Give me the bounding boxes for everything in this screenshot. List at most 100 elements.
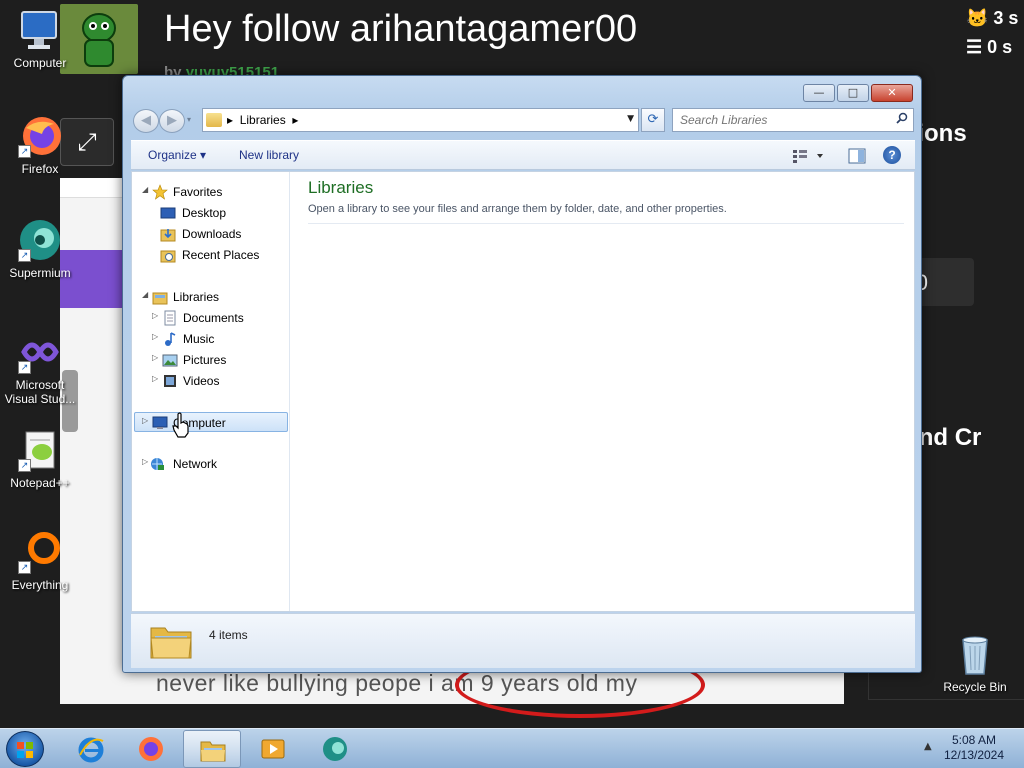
back-button[interactable]: ◀ [133,109,159,133]
collapsed-arrow-icon[interactable]: ▷ [142,416,152,425]
item-count: 4 items [209,628,248,642]
nav-favorites[interactable]: ◢ Favorites [142,182,282,202]
window-controls: — □ ✕ [803,84,913,102]
taskbar-internet-explorer[interactable] [62,730,120,768]
nav-computer[interactable]: ▷ Computer [134,412,288,432]
explorer-window[interactable]: — □ ✕ ◀ ▶ ▾ ▸ Libraries ▸ ▼ ⟳ Organize ▾… [122,75,922,673]
desktop-icon-label: Everything [11,578,69,592]
breadcrumb[interactable]: ▸ Libraries ▸ [227,113,298,127]
desktop-icon-notepadpp[interactable]: ↗ Notepad++ [2,428,78,490]
views-icon [793,150,823,163]
collapsed-arrow-icon[interactable]: ▷ [152,332,162,341]
desktop-icon-recycle-bin[interactable]: Recycle Bin [937,632,1013,694]
supermium-icon [323,737,347,761]
address-bar[interactable]: ▸ Libraries ▸ ▼ [202,108,639,132]
navigation-pane[interactable]: ◢ Favorites Desktop Downloads Recent Pla… [132,172,290,611]
maximize-button[interactable]: □ [837,84,869,102]
shortcut-arrow-icon: ↗ [18,561,31,574]
collapsed-arrow-icon[interactable]: ▷ [152,311,162,320]
nav-downloads[interactable]: Downloads [160,224,280,244]
favorite-count: ☰ 0 s [966,37,1013,57]
show-hidden-icons-button[interactable]: ▲ [924,741,932,752]
nav-desktop[interactable]: Desktop [160,203,280,223]
desktop-icon-label: Firefox [21,162,59,176]
taskbar: ▲ 5:08 AM 12/13/2024 [0,728,1024,768]
videos-icon [164,375,176,387]
shortcut-arrow-icon: ↗ [18,145,31,158]
desktop-icon-everything[interactable]: ↗ Everything [2,530,78,592]
pictures-icon [162,354,178,367]
minimize-button[interactable]: — [803,84,835,102]
desktop-icon-computer[interactable]: Computer [2,8,78,70]
change-view-button[interactable] [791,147,827,165]
hand-cursor-icon [172,412,189,438]
breadcrumb-libraries: Libraries [239,113,286,127]
project-title: Hey follow arihantagamer00 [164,8,638,50]
star-icon [152,184,168,200]
downloads-folder-icon [160,229,176,242]
recent-places-icon [160,250,176,263]
firefox-icon: ↗ [18,114,62,158]
preview-pane-icon [848,148,866,164]
details-pane: 4 items [131,613,915,668]
nav-videos[interactable]: ▷ Videos [152,371,282,391]
preview-pane-button[interactable] [847,147,867,165]
search-icon[interactable] [896,112,908,124]
shortcut-arrow-icon: ↗ [18,249,31,262]
taskbar-supermium[interactable] [306,730,364,768]
desktop-icon-firefox[interactable]: ↗ Firefox [2,114,78,176]
header-divider [308,223,904,224]
network-icon [151,458,164,470]
windows-logo-icon [17,742,33,758]
clock-date: 12/13/2024 [943,748,1005,762]
main-pane[interactable]: Libraries Open a library to see your fil… [294,172,914,611]
desktop-icon-supermium[interactable]: ↗ Supermium [2,218,78,280]
taskbar-windows-explorer[interactable] [183,730,241,768]
explorer-folder-icon [200,741,226,762]
start-button[interactable] [6,731,44,767]
close-button[interactable]: ✕ [871,84,913,102]
desktop-icon-label: Notepad++ [10,476,70,490]
internet-explorer-icon [78,737,104,763]
nav-libraries[interactable]: ◢ Libraries [142,287,282,307]
address-dropdown-icon[interactable]: ▼ [627,114,634,124]
forward-button[interactable]: ▶ [159,109,185,133]
clock-time: 5:08 AM [951,733,997,747]
collapsed-arrow-icon[interactable]: ▷ [152,353,162,362]
libraries-folder-icon [206,113,222,127]
desktop-icon-label: Recycle Bin [943,680,1007,694]
computer-icon [152,416,168,429]
visual-studio-icon: ↗ [18,330,62,374]
desktop-icon-label: Microsoft Visual Stud... [4,378,76,406]
nav-network[interactable]: ▷ Network [142,454,282,474]
search-input[interactable] [673,109,883,131]
nav-documents[interactable]: ▷ Documents [152,308,282,328]
shortcut-arrow-icon: ↗ [18,361,31,374]
desktop-icon-label: Supermium [9,266,71,280]
organize-button[interactable]: Organize ▾ [148,148,206,162]
media-player-icon [261,739,285,759]
notepadpp-icon: ↗ [18,428,62,472]
nav-pictures[interactable]: ▷ Pictures [152,350,282,370]
expanded-arrow-icon[interactable]: ◢ [142,185,152,194]
taskbar-firefox[interactable] [122,730,180,768]
new-library-button[interactable]: New library [239,148,299,162]
expanded-arrow-icon[interactable]: ◢ [142,290,152,299]
system-clock[interactable]: 5:08 AM 12/13/2024 [936,733,1012,763]
music-icon [165,332,176,346]
desktop-icon-visual-studio[interactable]: ↗ Microsoft Visual Stud... [2,330,78,406]
search-box[interactable] [672,108,914,132]
shortcut-arrow-icon: ↗ [18,459,31,472]
refresh-button[interactable]: ⟳ [641,108,665,132]
nav-recent-places[interactable]: Recent Places [160,245,286,265]
recent-pages-dropdown[interactable]: ▾ [187,115,191,124]
page-title: Libraries [308,178,374,197]
command-bar: Organize ▾ New library ? [131,140,915,170]
taskbar-media-player[interactable] [244,730,302,768]
help-button[interactable]: ? [883,146,901,164]
collapsed-arrow-icon[interactable]: ▷ [152,374,162,383]
page-description: Open a library to see your files and arr… [308,203,727,215]
explorer-content: ◢ Favorites Desktop Downloads Recent Pla… [131,171,915,612]
nav-music[interactable]: ▷ Music [152,329,282,349]
libraries-icon [152,292,168,305]
